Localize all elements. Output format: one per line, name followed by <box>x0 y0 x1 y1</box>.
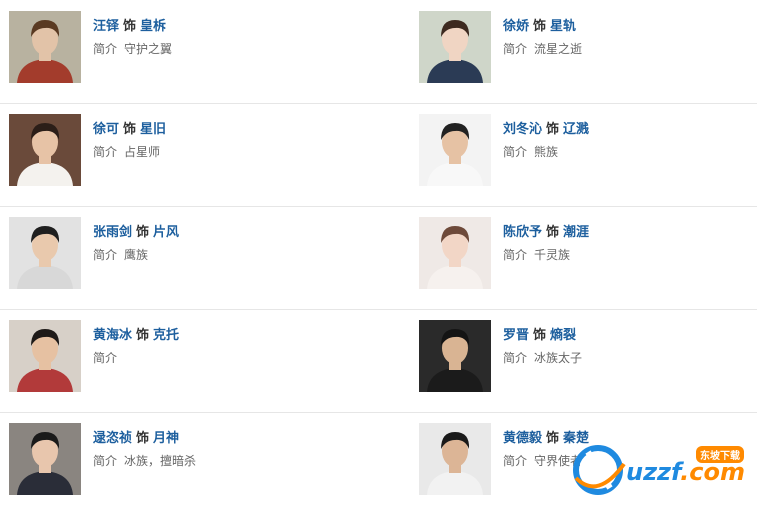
actor-name-link[interactable]: 汪铎 <box>93 19 119 34</box>
cast-card: 黄海冰饰克托 简介 <box>9 320 329 394</box>
actor-photo[interactable] <box>419 11 491 83</box>
role-word: 饰 <box>136 225 150 240</box>
role-word: 饰 <box>533 328 547 343</box>
intro-label: 简介 <box>93 351 118 365</box>
actor-name-link[interactable]: 刘冬沁 <box>503 122 542 137</box>
role-name-link[interactable]: 克托 <box>153 328 179 343</box>
role-name-link[interactable]: 片风 <box>153 225 179 240</box>
actor-name-link[interactable]: 黄德毅 <box>503 431 542 446</box>
cast-row: 张雨剑饰片风 简介 鹰族 陈欣予饰潮涯 简介 千灵族 <box>0 206 757 309</box>
intro-text: 流星之逝 <box>534 42 583 56</box>
actor-photo[interactable] <box>9 423 81 495</box>
role-intro: 简介 流星之逝 <box>503 40 582 57</box>
actor-photo[interactable] <box>419 114 491 186</box>
cast-name-line: 徐可饰星旧 <box>93 118 166 137</box>
intro-label: 简介 <box>503 351 528 365</box>
intro-text: 千灵族 <box>534 248 571 262</box>
actor-photo[interactable] <box>419 320 491 392</box>
actor-photo[interactable] <box>9 320 81 392</box>
role-name-link[interactable]: 月神 <box>153 431 179 446</box>
role-name-link[interactable]: 辽溅 <box>563 122 589 137</box>
role-intro: 简介 鹰族 <box>93 246 148 263</box>
cast-name-line: 陈欣予饰潮涯 <box>503 221 589 240</box>
actor-name-link[interactable]: 罗晋 <box>503 328 529 343</box>
actor-photo[interactable] <box>419 217 491 289</box>
role-name-link[interactable]: 潮涯 <box>563 225 589 240</box>
cast-list: 汪铎饰皇柝 简介 守护之翼 徐娇饰星轨 简介 流星之逝 徐可饰星旧 简介 占星师… <box>0 0 757 505</box>
role-word: 饰 <box>546 431 560 446</box>
site-watermark: uzzf.com 东坡下载 <box>570 438 757 502</box>
role-word: 饰 <box>533 19 547 34</box>
role-intro: 简介 <box>93 349 124 366</box>
cast-name-line: 黄海冰饰克托 <box>93 324 179 343</box>
intro-text: 占星师 <box>124 145 161 159</box>
intro-text: 冰族，擅暗杀 <box>124 454 197 468</box>
role-name-link[interactable]: 皇柝 <box>140 19 166 34</box>
cast-card: 徐娇饰星轨 简介 流星之逝 <box>419 11 739 85</box>
actor-photo[interactable] <box>419 423 491 495</box>
intro-label: 简介 <box>93 454 118 468</box>
actor-photo[interactable] <box>9 114 81 186</box>
actor-name-link[interactable]: 徐可 <box>93 122 119 137</box>
watermark-tag: 东坡下载 <box>696 446 744 463</box>
role-intro: 简介 冰族，擅暗杀 <box>93 452 196 469</box>
cast-name-line: 刘冬沁饰辽溅 <box>503 118 589 137</box>
cast-card: 汪铎饰皇柝 简介 守护之翼 <box>9 11 329 85</box>
actor-name-link[interactable]: 陈欣予 <box>503 225 542 240</box>
intro-text: 守护之翼 <box>124 42 173 56</box>
role-word: 饰 <box>546 225 560 240</box>
role-intro: 简介 占星师 <box>93 143 160 160</box>
cast-row: 汪铎饰皇柝 简介 守护之翼 徐娇饰星轨 简介 流星之逝 <box>0 0 757 103</box>
actor-name-link[interactable]: 徐娇 <box>503 19 529 34</box>
cast-card: 逯恣祯饰月神 简介 冰族，擅暗杀 <box>9 423 329 497</box>
role-name-link[interactable]: 星轨 <box>550 19 576 34</box>
actor-photo[interactable] <box>9 217 81 289</box>
cast-card: 刘冬沁饰辽溅 简介 熊族 <box>419 114 739 188</box>
role-intro: 简介 冰族太子 <box>503 349 582 366</box>
intro-text: 熊族 <box>534 145 559 159</box>
actor-name-link[interactable]: 黄海冰 <box>93 328 132 343</box>
intro-label: 简介 <box>93 248 118 262</box>
cast-name-line: 徐娇饰星轨 <box>503 15 576 34</box>
intro-label: 简介 <box>93 145 118 159</box>
cast-name-line: 汪铎饰皇柝 <box>93 15 166 34</box>
role-name-link[interactable]: 熵裂 <box>550 328 576 343</box>
role-name-link[interactable]: 星旧 <box>140 122 166 137</box>
actor-name-link[interactable]: 逯恣祯 <box>93 431 132 446</box>
actor-photo[interactable] <box>9 11 81 83</box>
cast-name-line: 罗晋饰熵裂 <box>503 324 576 343</box>
intro-label: 简介 <box>503 42 528 56</box>
role-intro: 简介 千灵族 <box>503 246 570 263</box>
cast-card: 罗晋饰熵裂 简介 冰族太子 <box>419 320 739 394</box>
intro-label: 简介 <box>503 248 528 262</box>
intro-label: 简介 <box>93 42 118 56</box>
role-word: 饰 <box>136 431 150 446</box>
role-word: 饰 <box>123 122 137 137</box>
cast-name-line: 张雨剑饰片风 <box>93 221 179 240</box>
role-intro: 简介 守护之翼 <box>93 40 172 57</box>
role-word: 饰 <box>123 19 137 34</box>
cast-name-line: 逯恣祯饰月神 <box>93 427 179 446</box>
actor-name-link[interactable]: 张雨剑 <box>93 225 132 240</box>
role-word: 饰 <box>546 122 560 137</box>
cast-card: 徐可饰星旧 简介 占星师 <box>9 114 329 188</box>
intro-text: 鹰族 <box>124 248 149 262</box>
role-intro: 简介 熊族 <box>503 143 558 160</box>
cast-row: 徐可饰星旧 简介 占星师 刘冬沁饰辽溅 简介 熊族 <box>0 103 757 206</box>
role-word: 饰 <box>136 328 150 343</box>
intro-label: 简介 <box>503 454 528 468</box>
cast-card: 陈欣予饰潮涯 简介 千灵族 <box>419 217 739 291</box>
cast-row: 黄海冰饰克托 简介 罗晋饰熵裂 简介 冰族太子 <box>0 309 757 412</box>
cast-card: 张雨剑饰片风 简介 鹰族 <box>9 217 329 291</box>
intro-text: 冰族太子 <box>534 351 583 365</box>
intro-label: 简介 <box>503 145 528 159</box>
